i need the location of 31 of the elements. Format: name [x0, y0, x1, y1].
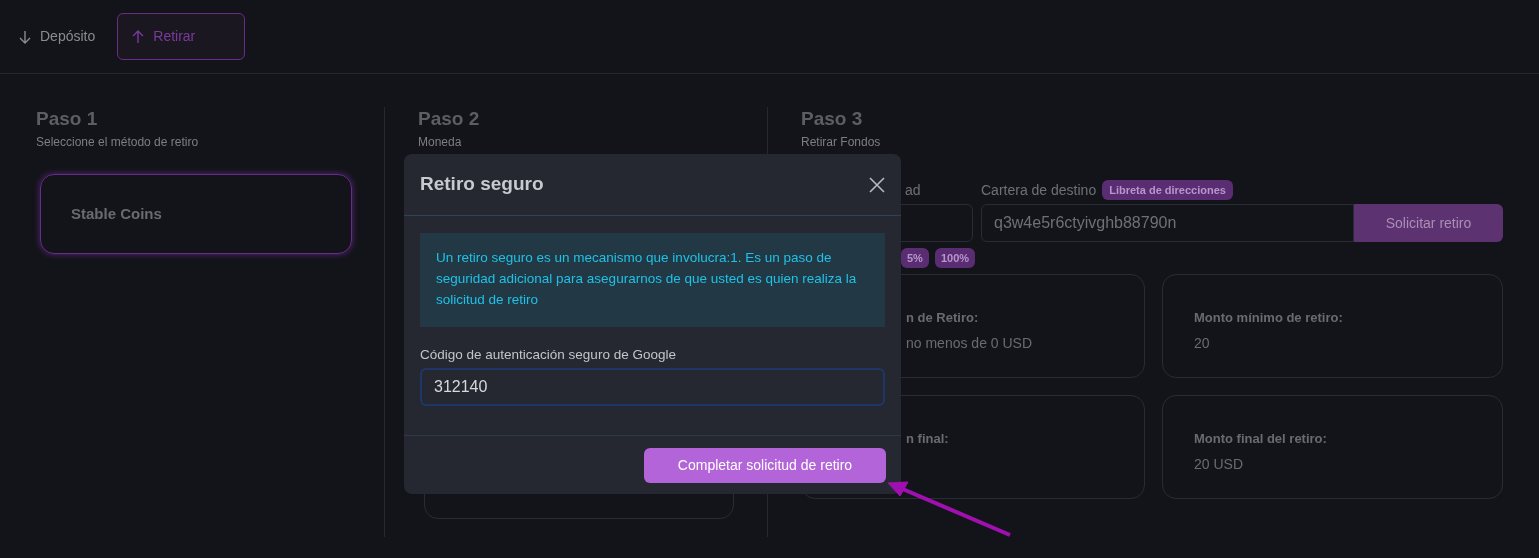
- address-book-button[interactable]: Libreta de direcciones: [1102, 180, 1233, 200]
- arrow-down-icon: [18, 29, 32, 44]
- step-title: Paso 3: [801, 107, 864, 131]
- code-field[interactable]: 312140: [420, 368, 885, 407]
- field-label: ad: [905, 181, 922, 200]
- tab[interactable]: Depósito: [10, 13, 104, 60]
- tab[interactable]: Retirar: [117, 13, 246, 60]
- close-icon[interactable]: [869, 176, 885, 193]
- field-label: Cartera de destino: [981, 180, 1097, 200]
- field-label: Código de autenticación seguro de Google: [420, 346, 677, 364]
- info-value: no menos de 0 USD: [906, 333, 1034, 353]
- step-subtitle: Seleccione el método de retiro: [36, 134, 200, 151]
- step-subtitle: Retirar Fondos: [801, 134, 882, 151]
- info-label: n final:: [906, 430, 950, 448]
- step-title: Paso 2: [418, 107, 481, 131]
- method-option[interactable]: Stable Coins: [40, 174, 352, 254]
- request-button[interactable]: Solicitar retiro: [1354, 204, 1503, 242]
- modal-title: Retiro seguro: [420, 172, 544, 197]
- step-title: Paso 1: [36, 107, 99, 131]
- info-label: n de Retiro:: [906, 309, 980, 327]
- arrow-up-icon: [131, 29, 146, 44]
- percent-button[interactable]: 100%: [934, 248, 976, 268]
- info-label: Monto mínimo de retiro:: [1194, 309, 1344, 327]
- info-label: Monto final del retiro:: [1194, 430, 1328, 448]
- step-subtitle: Moneda: [418, 134, 463, 151]
- info-message: Un retiro seguro es un mecanismo que involucra:1. Es un paso de seguridad adicional para asegurarnos de que usted es quien realiza la solicitud de retiro: [420, 233, 885, 327]
- percent-button[interactable]: 5%: [901, 248, 929, 268]
- destination-field[interactable]: q3w4e5r6ctyivghb88790n: [981, 204, 1354, 242]
- submit-button[interactable]: Completar solicitud de retiro: [644, 447, 886, 483]
- info-value: 20 USD: [1194, 454, 1245, 474]
- info-value: 20: [1194, 333, 1211, 353]
